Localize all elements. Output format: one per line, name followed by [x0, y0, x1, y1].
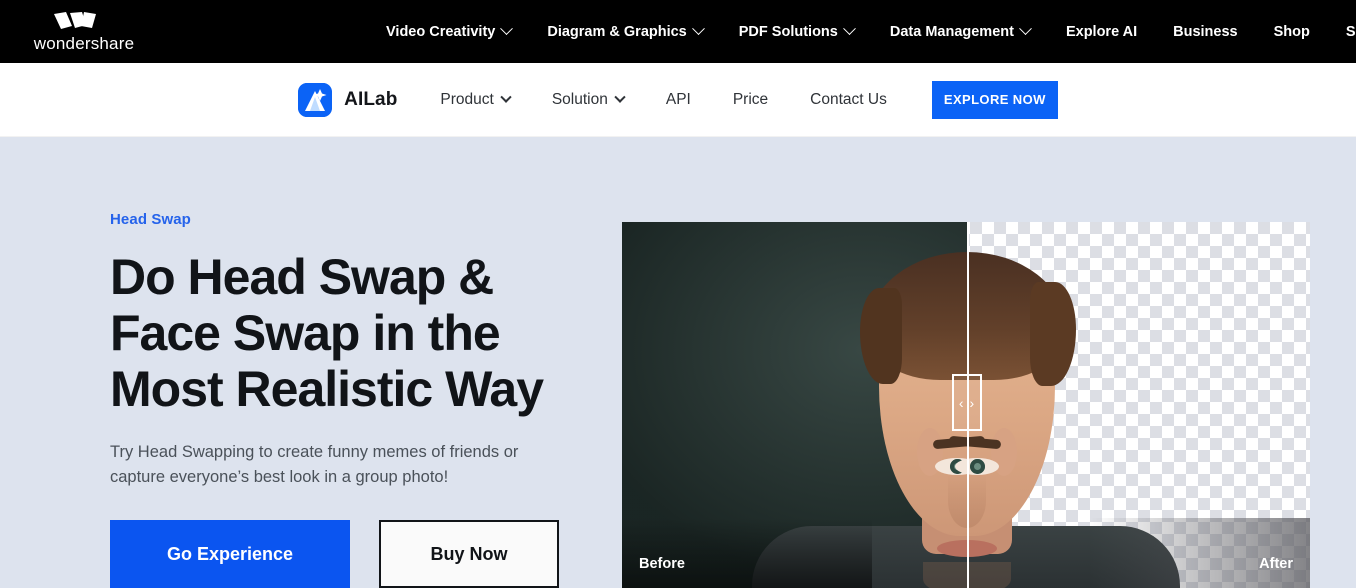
topnav-item-support[interactable]: Support — [1346, 0, 1356, 63]
subnav-label: Solution — [551, 90, 608, 108]
top-nav-items: Video Creativity Diagram & Graphics PDF … — [386, 0, 1356, 63]
go-experience-button[interactable]: Go Experience — [110, 520, 350, 588]
subnav-item-price[interactable]: Price — [733, 91, 768, 109]
chevron-down-icon — [500, 22, 514, 36]
ailab-brand[interactable]: AILab — [298, 82, 398, 117]
hero-title-line-1: Do Head Swap & — [110, 249, 494, 305]
topnav-item-business[interactable]: Business — [1173, 0, 1237, 63]
subnav-item-solution[interactable]: Solution — [551, 90, 626, 109]
subnav-label: Product — [440, 90, 494, 108]
topnav-item-explore-ai[interactable]: Explore AI — [1066, 0, 1137, 63]
wondershare-wordmark: wondershare — [33, 34, 135, 53]
hero-subtitle: Try Head Swapping to create funny memes … — [110, 440, 580, 490]
after-label: After — [1259, 556, 1293, 572]
hero-title-line-3: Most Realistic Way — [110, 361, 544, 417]
chevron-down-icon — [500, 91, 512, 103]
chevron-down-icon — [614, 91, 626, 103]
wondershare-logo[interactable]: wondershare — [14, 6, 154, 58]
subnav-label: API — [665, 90, 691, 108]
topnav-item-data-management[interactable]: Data Management — [889, 0, 1032, 63]
subnav-label: Price — [732, 90, 769, 108]
wondershare-w-icon — [54, 12, 96, 29]
hero-copy: Head Swap Do Head Swap & Face Swap in th… — [110, 211, 610, 588]
comparison-slider-handle[interactable]: ‹ › — [952, 374, 982, 431]
topnav-item-video-creativity[interactable]: Video Creativity — [386, 0, 514, 63]
topnav-label: Diagram & Graphics — [547, 23, 687, 40]
ailab-logo-icon — [298, 82, 333, 117]
product-nav-inner: AILab Product Solution API Price Contact… — [298, 80, 1058, 119]
chevron-down-icon — [691, 22, 705, 36]
hero-subtitle-line-1: Try Head Swapping to create funny memes … — [110, 443, 519, 461]
explore-now-button[interactable]: EXPLORE NOW — [931, 80, 1058, 119]
hero-title: Do Head Swap & Face Swap in the Most Rea… — [110, 249, 610, 417]
subnav-item-product[interactable]: Product — [440, 90, 512, 109]
before-label: Before — [639, 556, 685, 572]
hero-subtitle-line-2: capture everyone’s best look in a group … — [110, 468, 449, 486]
hero-section: Head Swap Do Head Swap & Face Swap in th… — [0, 137, 1356, 588]
buy-now-button[interactable]: Buy Now — [379, 520, 559, 588]
hero-title-line-2: Face Swap in the — [110, 305, 501, 361]
topnav-item-shop[interactable]: Shop — [1274, 0, 1310, 63]
subnav-item-api[interactable]: API — [666, 91, 691, 109]
topnav-label: Shop — [1273, 23, 1310, 40]
topnav-label: Business — [1173, 23, 1238, 40]
chevron-down-icon — [842, 22, 856, 36]
hero-eyebrow: Head Swap — [110, 211, 191, 228]
hero-cta-group: Go Experience Buy Now — [110, 520, 610, 588]
topnav-label: Video Creativity — [386, 23, 496, 40]
topnav-label: Support — [1345, 23, 1356, 40]
before-after-comparison[interactable]: ‹ › Before After — [622, 222, 1310, 588]
chevron-down-icon — [1019, 22, 1032, 36]
top-navigation-bar: wondershare Video Creativity Diagram & G… — [0, 0, 1356, 63]
topnav-label: Explore AI — [1065, 23, 1138, 40]
topnav-item-pdf-solutions[interactable]: PDF Solutions — [738, 0, 856, 63]
ailab-brand-name: AILab — [344, 88, 398, 110]
topnav-label: PDF Solutions — [738, 23, 838, 40]
product-navigation-bar: AILab Product Solution API Price Contact… — [0, 63, 1356, 137]
topnav-label: Data Management — [889, 23, 1014, 40]
subnav-label: Contact Us — [810, 90, 887, 108]
topnav-item-diagram-graphics[interactable]: Diagram & Graphics — [547, 0, 705, 63]
subnav-item-contact-us[interactable]: Contact Us — [810, 91, 887, 109]
